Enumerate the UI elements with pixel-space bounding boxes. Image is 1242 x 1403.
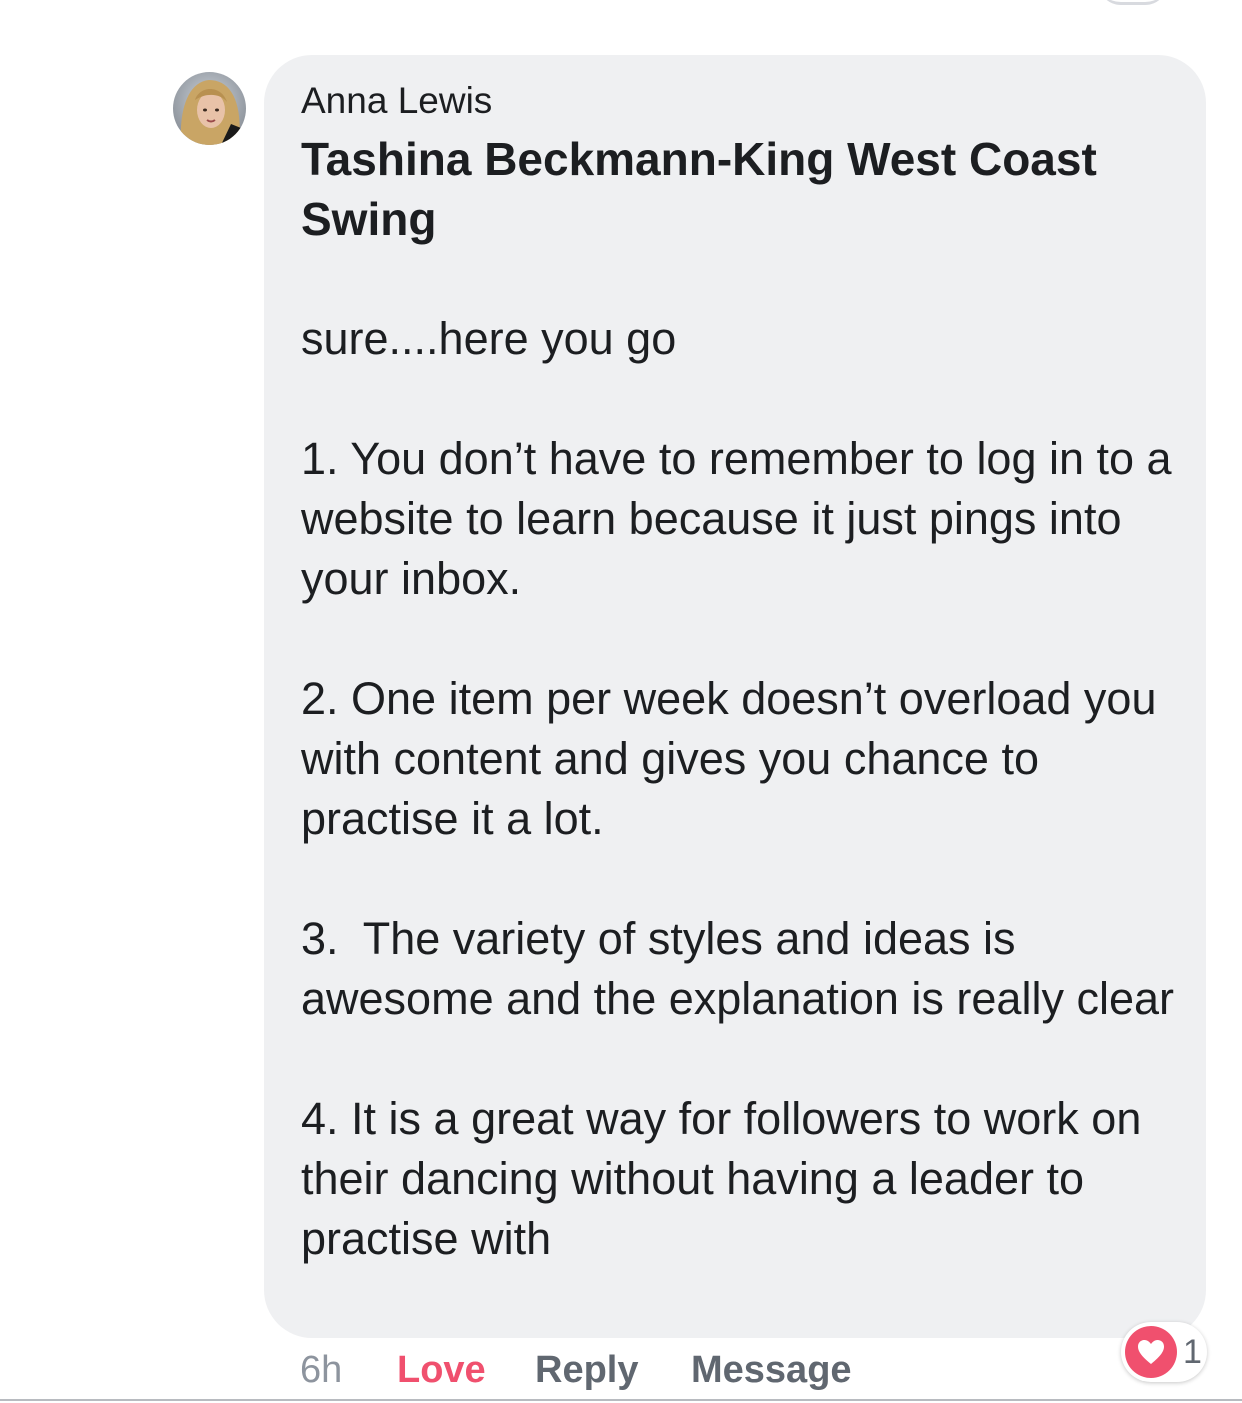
previous-comment-fragment bbox=[0, 0, 1242, 10]
message-button[interactable]: Message bbox=[691, 1349, 852, 1392]
comment-author-name[interactable]: Anna Lewis bbox=[301, 79, 1176, 123]
reply-button[interactable]: Reply bbox=[535, 1349, 691, 1392]
comment-actions: 6h Love Reply Message bbox=[300, 1342, 852, 1398]
reaction-summary[interactable]: 1 bbox=[1121, 1322, 1207, 1382]
comment-paragraph: 1. You don’t have to remember to log in … bbox=[301, 433, 1185, 604]
comment-bubble: Anna Lewis Tashina Beckmann-King West Co… bbox=[264, 55, 1206, 1338]
love-button[interactable]: Love bbox=[397, 1349, 535, 1392]
reaction-count: 1 bbox=[1183, 1332, 1202, 1371]
comment-paragraph: sure....here you go bbox=[301, 313, 677, 364]
avatar[interactable] bbox=[173, 72, 246, 145]
heart-icon bbox=[1125, 1326, 1177, 1378]
comment-paragraph: 3. The variety of styles and ideas is aw… bbox=[301, 913, 1174, 1024]
clipped-reaction-fragment bbox=[1098, 0, 1168, 5]
divider bbox=[0, 1399, 1242, 1401]
comment-timestamp[interactable]: 6h bbox=[300, 1349, 397, 1392]
mentioned-page[interactable]: Tashina Beckmann-King West Coast Swing bbox=[301, 129, 1176, 249]
comment-paragraph: 2. One item per week doesn’t overload yo… bbox=[301, 673, 1169, 844]
comment-paragraph: 4. It is a great way for followers to wo… bbox=[301, 1093, 1154, 1264]
clipped-text-fragment bbox=[590, 0, 640, 4]
